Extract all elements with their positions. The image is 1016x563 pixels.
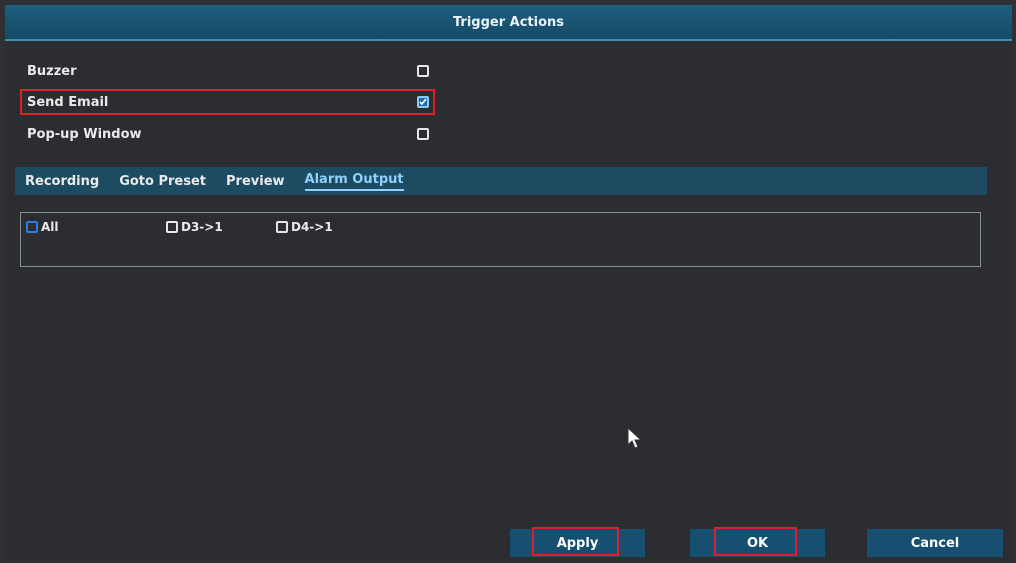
- action-row-buzzer[interactable]: Buzzer: [20, 58, 435, 84]
- action-row-popup-window[interactable]: Pop-up Window: [20, 121, 435, 147]
- d3-checkbox[interactable]: [166, 221, 178, 233]
- all-checkbox[interactable]: [26, 221, 38, 233]
- trigger-actions-dialog: Trigger Actions Buzzer Send Email Pop-up…: [5, 5, 1012, 560]
- buzzer-checkbox[interactable]: [417, 65, 429, 77]
- mouse-cursor-icon: [627, 427, 643, 449]
- apply-highlight: [532, 527, 619, 556]
- ok-highlight: [714, 527, 797, 556]
- alarm-output-all[interactable]: All: [26, 220, 59, 234]
- d3-label: D3->1: [181, 220, 223, 234]
- d4-checkbox[interactable]: [276, 221, 288, 233]
- action-row-send-email[interactable]: Send Email: [20, 89, 435, 115]
- trigger-tabs: Recording Goto Preset Preview Alarm Outp…: [15, 167, 987, 195]
- cancel-button[interactable]: Cancel: [867, 529, 1003, 557]
- dialog-title: Trigger Actions: [5, 5, 1012, 41]
- alarm-output-d4[interactable]: D4->1: [276, 220, 333, 234]
- cancel-label: Cancel: [910, 535, 960, 551]
- send-email-checkbox[interactable]: [417, 96, 429, 108]
- alarm-output-d3[interactable]: D3->1: [166, 220, 223, 234]
- action-label-popup-window: Pop-up Window: [27, 126, 142, 142]
- tab-preview[interactable]: Preview: [216, 167, 295, 195]
- tab-recording[interactable]: Recording: [15, 167, 109, 195]
- action-label-buzzer: Buzzer: [27, 63, 77, 79]
- alarm-output-panel: All D3->1 D4->1: [20, 212, 981, 267]
- popup-window-checkbox[interactable]: [417, 128, 429, 140]
- d4-label: D4->1: [291, 220, 333, 234]
- tab-alarm-output[interactable]: Alarm Output: [295, 167, 414, 195]
- action-label-send-email: Send Email: [27, 94, 109, 110]
- tab-goto-preset[interactable]: Goto Preset: [109, 167, 216, 195]
- all-label: All: [41, 220, 59, 234]
- tab-alarm-output-label: Alarm Output: [304, 172, 404, 191]
